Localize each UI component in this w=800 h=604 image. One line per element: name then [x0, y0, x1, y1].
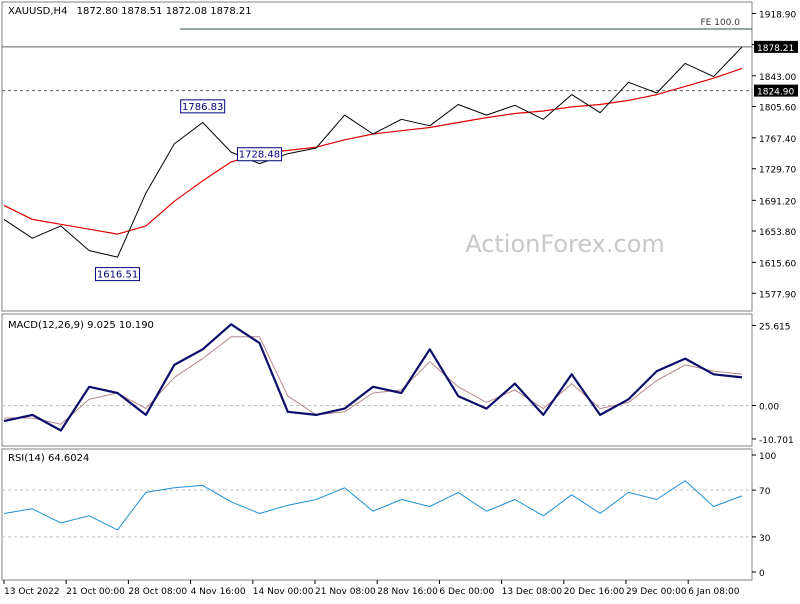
- symbol-label: XAUUSD,H4: [8, 6, 67, 17]
- macd-axis-tick-label: -10.701: [759, 436, 794, 446]
- price-axis-tick-label: 1691.20: [759, 197, 796, 207]
- macd-axis-tick-label: 0.00: [759, 403, 779, 413]
- price-annotation-label: 1728.48: [239, 150, 280, 161]
- rsi-axis-tick-label: 70: [759, 487, 771, 497]
- x-axis-tick-label: 13 Dec 08:00: [502, 587, 563, 597]
- x-axis-tick-label: 6 Dec 00:00: [439, 587, 494, 597]
- x-axis-tick-label: 21 Oct 00:00: [66, 587, 125, 597]
- price-annotation-label: 1616.51: [97, 270, 138, 281]
- price-panel-header: XAUUSD,H4 1872.80 1878.51 1872.08 1878.2…: [8, 6, 252, 17]
- rsi-panel-header: RSI(14) 64.6024: [8, 453, 89, 464]
- ohlc-values: 1872.80 1878.51 1872.08 1878.21: [77, 6, 252, 17]
- x-axis-tick-label: 29 Dec 00:00: [626, 587, 687, 597]
- x-axis-tick-label: 13 Oct 2022: [4, 587, 60, 597]
- macd-axis-tick-label: 25.615: [759, 322, 791, 332]
- x-axis-tick-label: 6 Jan 08:00: [688, 587, 740, 597]
- price-axis-tick-label: 1918.90: [759, 10, 796, 20]
- price-axis-tick-label: 1653.80: [759, 228, 796, 238]
- x-axis-tick-label: 28 Nov 16:00: [377, 587, 438, 597]
- macd-panel-header: MACD(12,26,9) 9.025 10.190: [8, 320, 154, 331]
- chart-background: [0, 0, 800, 600]
- x-axis-tick-label: 28 Oct 08:00: [128, 587, 187, 597]
- rsi-axis-tick-label: 30: [759, 534, 771, 544]
- rsi-axis-tick-label: 0: [759, 569, 765, 579]
- price-axis-tick-label: 1805.60: [759, 103, 796, 113]
- price-axis-tick-label: 1843.00: [759, 73, 796, 83]
- x-axis-tick-label: 14 Nov 00:00: [253, 587, 314, 597]
- price-axis-tick-label: 1729.70: [759, 166, 796, 176]
- x-axis-tick-label: 20 Dec 16:00: [564, 587, 625, 597]
- level-price-tag-label: 1824.90: [757, 88, 794, 98]
- x-axis-tick-label: 4 Nov 16:00: [191, 587, 246, 597]
- fe-level-label: FE 100.0: [701, 18, 741, 28]
- price-axis-tick-label: 1767.40: [759, 135, 796, 145]
- price-annotation-label: 1786.83: [182, 102, 223, 113]
- level-price-tag-label: 1878.21: [757, 44, 794, 54]
- price-axis-tick-label: 1615.60: [759, 259, 796, 269]
- price-axis-tick-label: 1577.90: [759, 290, 796, 300]
- rsi-axis-tick-label: 100: [759, 452, 776, 462]
- watermark-text: ActionForex.com: [465, 230, 665, 258]
- chart-root: ActionForex.com XAUUSD,H4 1872.80 1878.5…: [0, 0, 800, 600]
- chart-canvas: ActionForex.com XAUUSD,H4 1872.80 1878.5…: [0, 0, 800, 600]
- x-axis-tick-label: 21 Nov 08:00: [315, 587, 376, 597]
